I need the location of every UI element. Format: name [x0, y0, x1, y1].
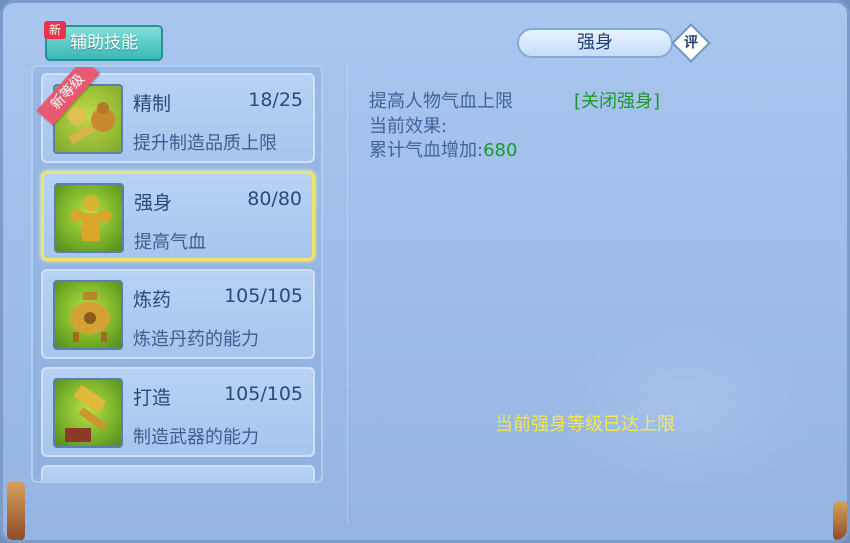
skill-level: 105/105	[224, 285, 303, 307]
skill-name: 炼药	[133, 289, 172, 311]
skill-level: 80/80	[247, 188, 302, 210]
detail-title-text: 强身	[577, 32, 613, 53]
current-effect-label: 当前效果:	[369, 116, 448, 137]
skill-item-refine[interactable]: 新等级 精制 18/25 提升制造品质上限	[36, 67, 315, 163]
skill-description: 提高气血	[134, 232, 206, 253]
skill-item-alchemy[interactable]: 炼药 105/105 炼造丹药的能力	[41, 269, 315, 359]
skill-item-partial[interactable]	[41, 465, 315, 481]
skill-panel: 新 辅助技能 新等级 精制 18/25 提升制造品质上限 强身 80/80 提高…	[0, 0, 850, 543]
skill-level: 105/105	[224, 383, 303, 405]
skill-name: 打造	[133, 387, 172, 409]
skill-item-strengthen[interactable]: 强身 80/80 提高气血	[41, 171, 315, 261]
hp-increase-label: 累计气血增加:	[369, 140, 484, 161]
detail-title: 强身	[517, 28, 673, 58]
skill-item-forge[interactable]: 打造 105/105 制造武器的能力	[41, 367, 315, 457]
corner-ornament-left	[7, 481, 25, 540]
skill-level: 18/25	[248, 89, 303, 111]
effect-description: 提高人物气血上限	[369, 91, 513, 112]
skill-name: 强身	[134, 192, 173, 214]
skill-description: 提升制造品质上限	[133, 133, 277, 154]
panel-divider	[347, 65, 348, 525]
corner-ornament-right	[833, 501, 847, 540]
rate-button[interactable]: 评	[671, 23, 711, 63]
hp-increase-line: 累计气血增加:680	[369, 136, 517, 162]
rate-label: 评	[684, 35, 698, 51]
skill-list[interactable]: 新等级 精制 18/25 提升制造品质上限 强身 80/80 提高气血 炼药 1…	[31, 65, 323, 483]
max-level-notice: 当前强身等级已达上限	[495, 414, 675, 435]
new-badge: 新	[44, 21, 67, 39]
tab-auxiliary-skills[interactable]: 新 辅助技能	[44, 21, 163, 61]
hammer-anvil-icon	[53, 378, 123, 448]
cauldron-icon	[53, 280, 123, 350]
hp-increase-value: 680	[483, 140, 518, 161]
toggle-strengthen-link[interactable]: [关闭强身]	[574, 87, 660, 113]
skill-description: 炼造丹药的能力	[133, 329, 259, 350]
skill-name: 精制	[133, 93, 172, 115]
tab-label: 辅助技能	[70, 33, 138, 53]
skill-description: 制造武器的能力	[133, 427, 259, 448]
muscle-man-icon	[54, 183, 124, 253]
